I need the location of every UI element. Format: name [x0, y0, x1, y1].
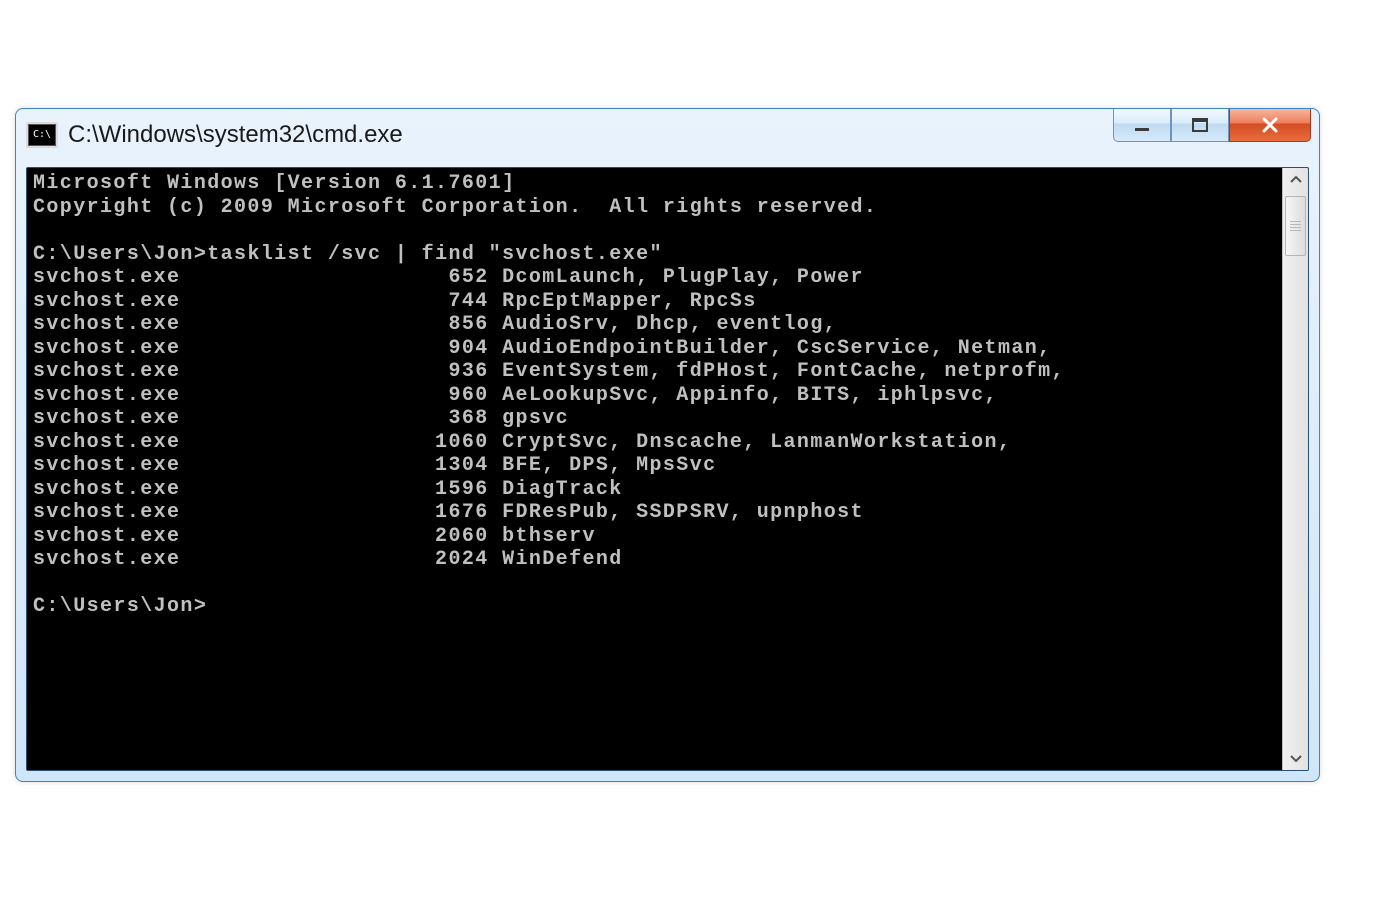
chevron-up-icon	[1290, 174, 1302, 186]
prompt-2: C:\Users\Jon>	[33, 595, 207, 618]
cmd-icon: C:\	[26, 122, 58, 148]
cmd-icon-text: C:\	[33, 130, 51, 140]
close-icon	[1260, 115, 1280, 135]
scrollbar-thumb[interactable]	[1285, 196, 1306, 256]
tasklist-output: svchost.exe 652 DcomLaunch, PlugPlay, Po…	[33, 266, 1277, 572]
scroll-up-button[interactable]	[1283, 168, 1308, 192]
prompt-1: C:\Users\Jon>	[33, 243, 207, 266]
client-area: Microsoft Windows [Version 6.1.7601] Cop…	[26, 167, 1309, 771]
chevron-down-icon	[1290, 752, 1302, 764]
scroll-down-button[interactable]	[1283, 746, 1308, 770]
maximize-button[interactable]	[1171, 109, 1229, 142]
cmd-window: C:\ C:\Windows\system32\cmd.exe	[15, 108, 1320, 782]
banner-line-2: Copyright (c) 2009 Microsoft Corporation…	[33, 196, 877, 219]
vertical-scrollbar[interactable]	[1282, 168, 1308, 770]
titlebar[interactable]: C:\ C:\Windows\system32\cmd.exe	[16, 109, 1319, 161]
banner-line-1: Microsoft Windows [Version 6.1.7601]	[33, 172, 515, 195]
close-button[interactable]	[1229, 109, 1311, 142]
maximize-icon	[1191, 116, 1209, 134]
window-controls	[1113, 109, 1311, 145]
entered-command: tasklist /svc | find "svchost.exe"	[207, 243, 663, 266]
terminal-output[interactable]: Microsoft Windows [Version 6.1.7601] Cop…	[27, 168, 1283, 770]
minimize-icon	[1133, 116, 1151, 134]
window-title: C:\Windows\system32\cmd.exe	[68, 121, 403, 149]
minimize-button[interactable]	[1113, 109, 1171, 142]
